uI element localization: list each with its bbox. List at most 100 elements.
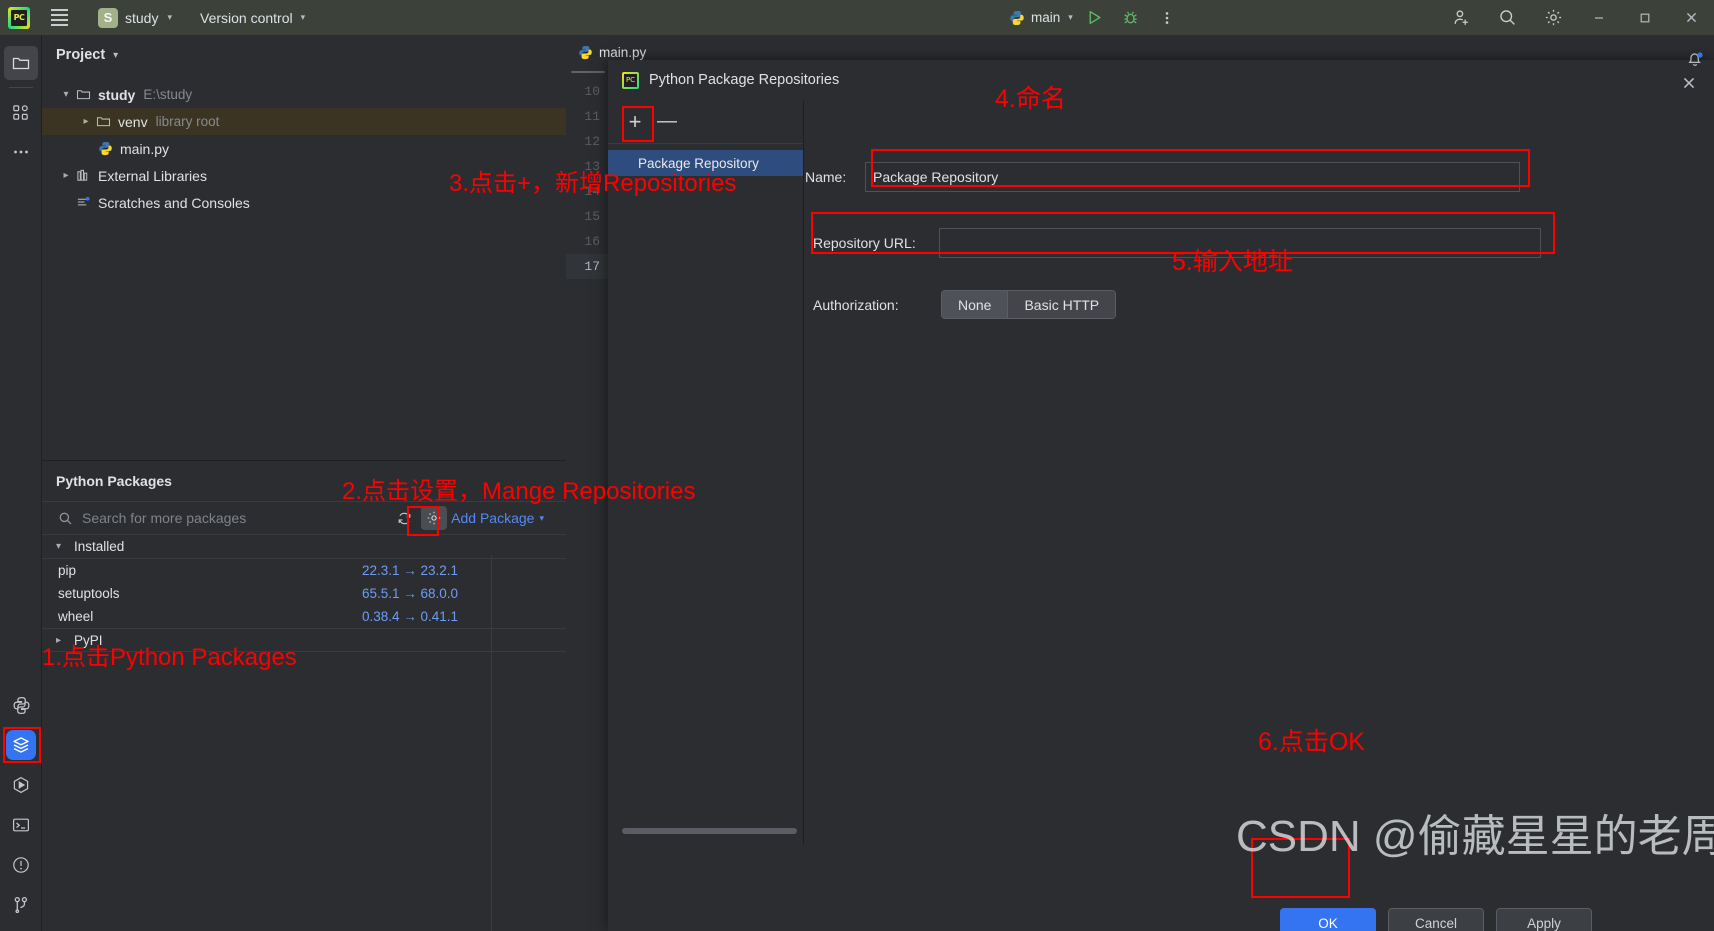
- rail-item-more[interactable]: [1, 132, 41, 172]
- repository-list-item[interactable]: Package Repository: [608, 150, 803, 176]
- python-package-repositories-dialog: PC Python Package Repositories + — Packa…: [608, 60, 1714, 931]
- cancel-button[interactable]: Cancel: [1388, 908, 1484, 931]
- tree-label: Scratches and Consoles: [98, 194, 250, 211]
- package-row[interactable]: setuptools 65.5.1 → 68.0.0: [42, 582, 566, 605]
- title-bar-center: main ▾: [1005, 0, 1185, 35]
- tree-row-scratches[interactable]: ▸ Scratches and Consoles: [42, 189, 566, 216]
- line-number: 13: [584, 159, 600, 174]
- close-button[interactable]: [1668, 0, 1714, 35]
- pycharm-logo-icon: PC: [8, 6, 30, 29]
- project-badge: S: [98, 7, 118, 28]
- minimize-button[interactable]: [1576, 0, 1622, 35]
- run-configuration-selector[interactable]: main ▾: [1005, 8, 1077, 28]
- packages-group-pypi[interactable]: ▸ PyPI: [42, 628, 566, 652]
- rail-item-version-control[interactable]: [1, 885, 41, 925]
- title-bar-left: PC S study ▾ Version control ▾: [0, 0, 305, 35]
- rail-item-run[interactable]: [1, 765, 41, 805]
- chevron-down-icon: ▾: [1068, 12, 1073, 22]
- package-name: setuptools: [58, 586, 120, 601]
- project-tree: ▾ study E:\study ▸ venv library root mai…: [42, 75, 566, 216]
- dialog-title: Python Package Repositories: [649, 72, 840, 88]
- version-control-label: Version control: [200, 9, 293, 26]
- tree-label: venv: [118, 113, 148, 130]
- package-row[interactable]: pip 22.3.1 → 23.2.1: [42, 559, 566, 582]
- more-vertical-icon[interactable]: [1149, 0, 1185, 35]
- search-packages-field[interactable]: Search for more packages: [42, 510, 391, 526]
- line-number: 10: [584, 84, 600, 99]
- remove-repository-button[interactable]: —: [654, 109, 680, 135]
- repository-list-toolbar: + —: [608, 100, 803, 144]
- dialog-close-icon[interactable]: [1678, 72, 1700, 94]
- project-panel-title: Project: [56, 47, 106, 63]
- add-package-button[interactable]: Add Package ▾: [451, 510, 558, 526]
- chevron-right-icon[interactable]: ▸: [76, 116, 96, 127]
- rail-item-python-console[interactable]: [1, 685, 41, 725]
- library-icon: [76, 168, 98, 183]
- gutter-scroll-marker: [567, 69, 609, 74]
- project-panel-header: Project ▾: [42, 35, 566, 75]
- package-version: 22.3.1 → 23.2.1: [362, 563, 459, 578]
- chevron-right-icon: ▸: [56, 634, 62, 646]
- package-name: pip: [58, 563, 77, 578]
- repository-url-label: Repository URL:: [813, 235, 916, 251]
- dialog-title-bar: PC Python Package Repositories: [608, 60, 1714, 100]
- scratches-icon: [76, 195, 98, 210]
- tree-label: study: [98, 86, 136, 103]
- run-button[interactable]: [1077, 0, 1113, 35]
- rail-item-problems[interactable]: [1, 845, 41, 885]
- chevron-down-icon: ▾: [56, 541, 62, 552]
- chevron-down-icon[interactable]: ▾: [113, 50, 118, 61]
- dialog-detail-panel: Name: Repository URL: Authorization: Non…: [805, 100, 1714, 845]
- gear-icon[interactable]: [1530, 0, 1576, 35]
- tree-row-study[interactable]: ▾ study E:\study: [42, 81, 566, 108]
- packages-split-divider: [491, 555, 492, 931]
- maximize-button[interactable]: [1622, 0, 1668, 35]
- packages-group-label: PyPI: [74, 632, 103, 648]
- hamburger-menu-icon[interactable]: [44, 0, 74, 35]
- tree-row-external-libraries[interactable]: ▸ External Libraries: [42, 162, 566, 189]
- packages-group-installed[interactable]: ▾ Installed: [42, 535, 566, 559]
- apply-button[interactable]: Apply: [1496, 908, 1592, 931]
- tree-label: main.py: [120, 140, 170, 157]
- python-packages-highlight: [3, 727, 41, 763]
- editor-tab-label: main.py: [599, 44, 647, 60]
- repository-url-input[interactable]: [939, 228, 1541, 258]
- ok-button[interactable]: OK: [1280, 908, 1376, 931]
- rail-item-structure[interactable]: [1, 92, 41, 132]
- chevron-right-icon[interactable]: ▸: [56, 170, 76, 181]
- package-row[interactable]: wheel 0.38.4 → 0.41.1: [42, 605, 566, 628]
- project-selector[interactable]: S study ▾: [92, 6, 178, 30]
- line-number: 15: [584, 209, 600, 224]
- auth-option-basic-http[interactable]: Basic HTTP: [1007, 291, 1116, 318]
- line-number: 16: [584, 234, 600, 249]
- chevron-down-icon[interactable]: ▾: [56, 89, 76, 100]
- tree-sublabel: library root: [155, 114, 220, 129]
- version-control-menu[interactable]: Version control ▾: [200, 10, 305, 26]
- rail-item-terminal[interactable]: [1, 805, 41, 845]
- left-tool-rail: [0, 35, 42, 931]
- add-package-label: Add Package: [451, 510, 535, 526]
- authorization-segmented-control: None Basic HTTP: [941, 290, 1117, 319]
- name-label: Name:: [805, 169, 847, 185]
- repository-list-hscrollbar[interactable]: [622, 828, 797, 834]
- repository-name-input[interactable]: [865, 162, 1520, 192]
- add-account-icon[interactable]: [1438, 0, 1484, 35]
- rail-item-project[interactable]: [1, 43, 41, 83]
- title-bar-right: [1438, 0, 1714, 35]
- tree-row-venv[interactable]: ▸ venv library root: [42, 108, 566, 135]
- rail-item-python-packages[interactable]: [1, 725, 41, 765]
- editor-gutter: 10 11 12 13 14 15 16 17: [566, 69, 610, 931]
- authorization-label: Authorization:: [813, 296, 899, 313]
- pycharm-logo-text: PC: [13, 13, 25, 22]
- tree-row-main-py[interactable]: main.py: [42, 135, 566, 162]
- rail-bottom-group: [0, 685, 42, 925]
- notifications-icon[interactable]: [1680, 44, 1710, 74]
- rail-divider: [8, 87, 33, 88]
- pycharm-logo-icon: PC: [622, 71, 639, 89]
- debug-button[interactable]: [1113, 0, 1149, 35]
- line-number: 14: [584, 184, 600, 199]
- packages-group-label: Installed: [74, 539, 125, 554]
- search-icon[interactable]: [1484, 0, 1530, 35]
- add-button-highlight-box: [622, 106, 654, 142]
- auth-option-none[interactable]: None: [942, 291, 1008, 318]
